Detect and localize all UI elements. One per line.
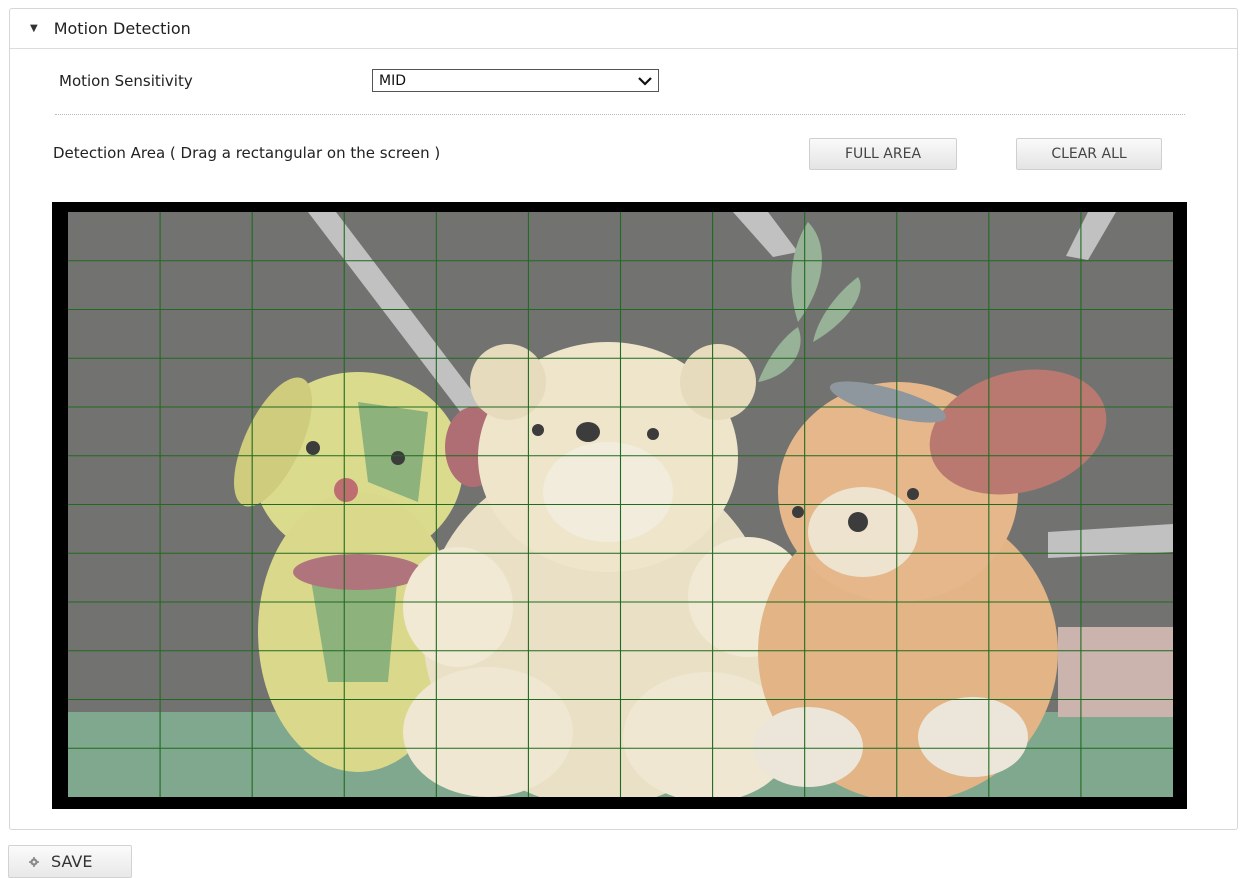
dotted-separator xyxy=(55,114,1185,115)
panel-header[interactable]: ▼ Motion Detection xyxy=(10,9,1237,49)
detection-area-video[interactable] xyxy=(52,202,1187,809)
save-button[interactable]: SAVE xyxy=(8,845,132,878)
detection-area-label: Detection Area ( Drag a rectangular on t… xyxy=(53,144,441,162)
motion-sensitivity-value: MID xyxy=(379,72,406,89)
video-canvas[interactable] xyxy=(68,212,1173,797)
gear-icon xyxy=(29,856,39,867)
panel-title: Motion Detection xyxy=(53,19,191,38)
caret-down-icon[interactable]: ▼ xyxy=(30,23,38,34)
clear-all-button[interactable]: CLEAR ALL xyxy=(1016,138,1162,170)
motion-sensitivity-select[interactable]: MID xyxy=(372,69,659,92)
motion-sensitivity-label: Motion Sensitivity xyxy=(59,72,193,90)
save-label: SAVE xyxy=(51,852,93,871)
full-area-button[interactable]: FULL AREA xyxy=(809,138,957,170)
chevron-down-icon xyxy=(638,76,652,86)
detection-grid[interactable] xyxy=(68,212,1173,797)
